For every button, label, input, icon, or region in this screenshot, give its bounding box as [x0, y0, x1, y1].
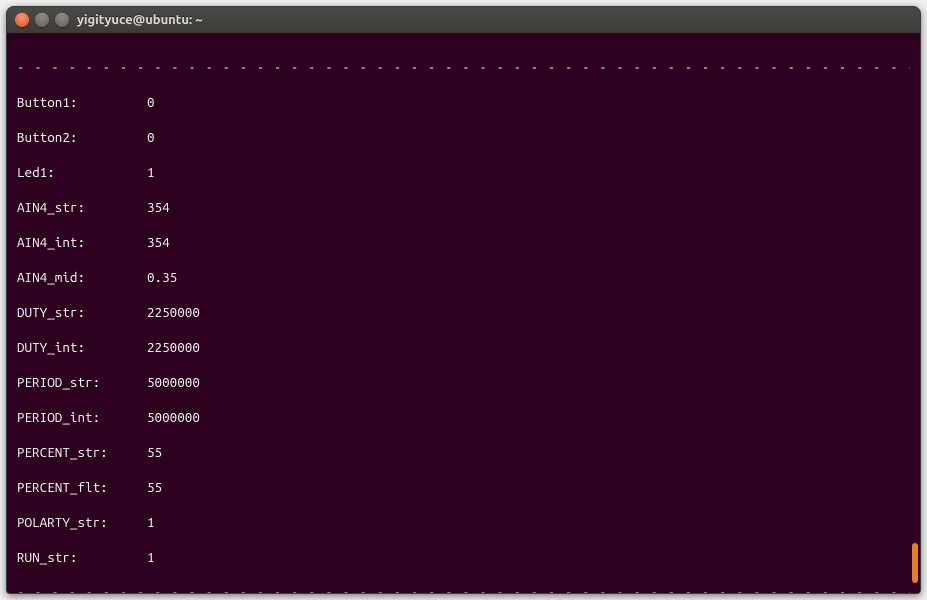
window-controls: [15, 13, 69, 27]
label: PERIOD_int:: [17, 409, 147, 427]
output-row: Button2:0: [17, 129, 910, 147]
separator: - - - - - - - - - - - - - - - - - - - - …: [17, 584, 910, 594]
output-row: PERCENT_flt:55: [17, 479, 910, 497]
value: 0: [147, 129, 155, 147]
label: DUTY_int:: [17, 339, 147, 357]
output-row: PERIOD_str:5000000: [17, 374, 910, 392]
label: PERCENT_str:: [17, 444, 147, 462]
scrollbar-thumb[interactable]: [912, 543, 918, 583]
value: 5000000: [147, 409, 200, 427]
output-row: DUTY_str:2250000: [17, 304, 910, 322]
output-row: Led1:1: [17, 164, 910, 182]
label: PERCENT_flt:: [17, 479, 147, 497]
value: 1: [147, 549, 155, 567]
value: 354: [147, 234, 170, 252]
output-row: AIN4_str:354: [17, 199, 910, 217]
output-row: Button1:0: [17, 94, 910, 112]
label: POLARTY_str:: [17, 514, 147, 532]
label: DUTY_str:: [17, 304, 147, 322]
output-row: AIN4_mid:0.35: [17, 269, 910, 287]
value: 55: [147, 444, 162, 462]
close-icon[interactable]: [15, 13, 29, 27]
maximize-icon[interactable]: [55, 13, 69, 27]
terminal-window: yigityuce@ubuntu: ~ - - - - - - - - - - …: [6, 6, 921, 594]
value: 0.35: [147, 269, 177, 287]
output-row: AIN4_int:354: [17, 234, 910, 252]
label: AIN4_int:: [17, 234, 147, 252]
output-row: PERCENT_str:55: [17, 444, 910, 462]
label: AIN4_str:: [17, 199, 147, 217]
minimize-icon[interactable]: [35, 13, 49, 27]
label: PERIOD_str:: [17, 374, 147, 392]
value: 2250000: [147, 304, 200, 322]
value: 5000000: [147, 374, 200, 392]
value: 1: [147, 514, 155, 532]
value: 0: [147, 94, 155, 112]
output-row: PERIOD_int:5000000: [17, 409, 910, 427]
label: AIN4_mid:: [17, 269, 147, 287]
output-row: POLARTY_str:1: [17, 514, 910, 532]
label: Led1:: [17, 164, 147, 182]
titlebar[interactable]: yigityuce@ubuntu: ~: [7, 7, 920, 33]
value: 55: [147, 479, 162, 497]
label: RUN_str:: [17, 549, 147, 567]
label: Button2:: [17, 129, 147, 147]
value: 2250000: [147, 339, 200, 357]
output-row: DUTY_int:2250000: [17, 339, 910, 357]
value: 354: [147, 199, 170, 217]
value: 1: [147, 164, 155, 182]
window-title: yigityuce@ubuntu: ~: [77, 13, 203, 27]
output-row: RUN_str:1: [17, 549, 910, 567]
separator: - - - - - - - - - - - - - - - - - - - - …: [17, 59, 910, 77]
terminal-output[interactable]: - - - - - - - - - - - - - - - - - - - - …: [7, 33, 920, 593]
label: Button1:: [17, 94, 147, 112]
